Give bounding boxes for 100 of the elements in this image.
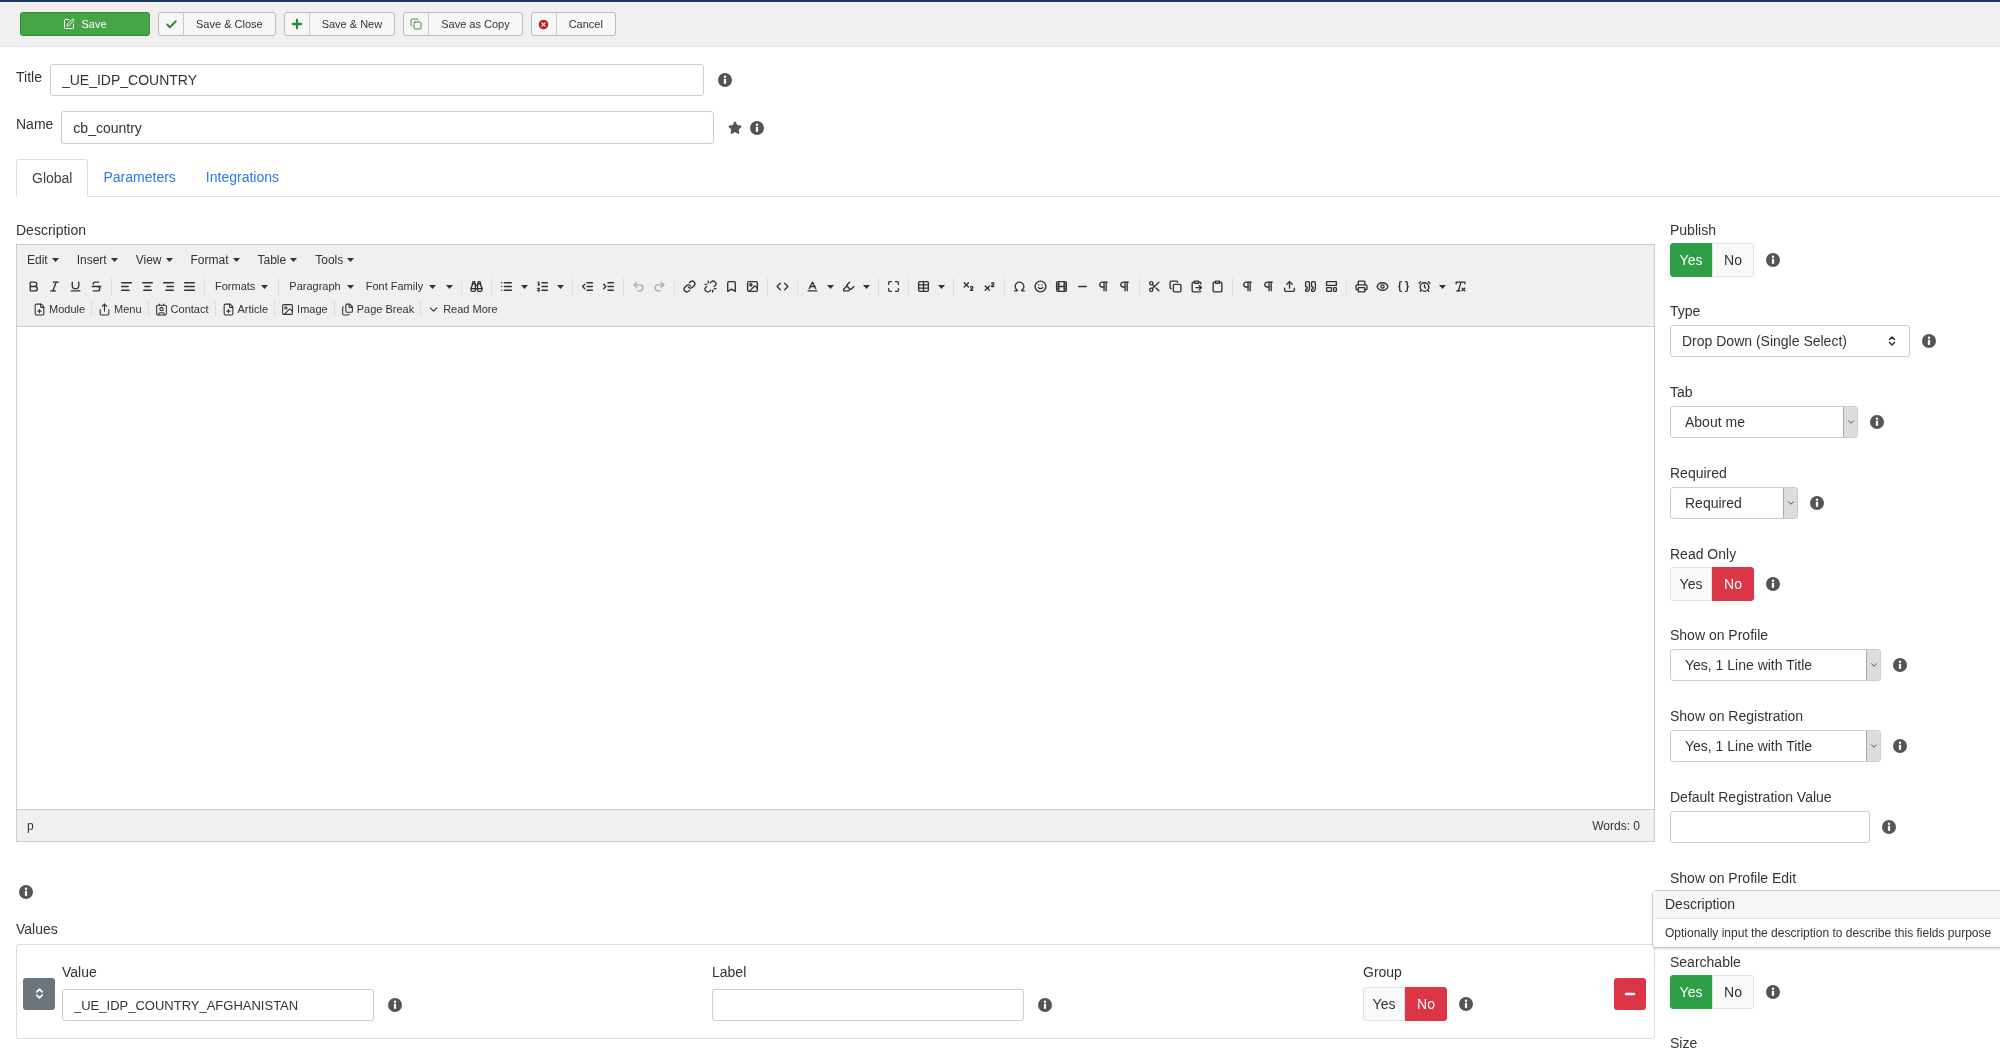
upload-icon[interactable]	[1283, 280, 1297, 293]
editor-menu[interactable]: Tools	[315, 251, 355, 269]
info-icon[interactable]	[388, 998, 402, 1012]
toggle-option[interactable]: No	[1712, 975, 1754, 1009]
pilcrow-icon[interactable]	[1118, 280, 1132, 293]
fullscreen-icon[interactable]	[887, 280, 901, 293]
paste-icon[interactable]	[1190, 280, 1204, 293]
editor-dropdown[interactable]: Paragraph	[287, 278, 356, 295]
insert-button[interactable]: Read More	[420, 300, 504, 318]
printer-icon[interactable]	[1355, 280, 1369, 293]
film-icon[interactable]	[1055, 280, 1069, 293]
info-icon[interactable]	[1766, 577, 1780, 591]
bold-icon[interactable]	[27, 280, 40, 293]
info-icon[interactable]	[1922, 334, 1936, 348]
eye-icon[interactable]	[1376, 280, 1390, 293]
select-field[interactable]: Yes, 1 Line with Title	[1670, 649, 1881, 681]
info-icon[interactable]	[1459, 997, 1473, 1011]
smiley-icon[interactable]	[1034, 280, 1048, 293]
select-field[interactable]: Drop Down (Single Select)	[1670, 325, 1910, 357]
toggle-option[interactable]: No	[1712, 243, 1754, 277]
highlight-icon[interactable]	[842, 280, 856, 293]
braces-icon[interactable]	[1397, 280, 1411, 293]
align-justify-icon[interactable]	[183, 280, 196, 293]
info-icon[interactable]	[750, 120, 765, 135]
insert-button[interactable]: Contact	[147, 300, 215, 318]
text-field[interactable]	[1670, 811, 1870, 843]
quote-icon[interactable]	[1304, 280, 1318, 293]
select-field[interactable]: Required	[1670, 487, 1798, 519]
remove-button[interactable]	[1614, 977, 1646, 1010]
strikethrough-icon[interactable]	[90, 280, 103, 293]
editor-menu[interactable]: Table	[257, 251, 298, 269]
name-field[interactable]: cb_country	[61, 111, 715, 144]
underline-icon[interactable]	[69, 280, 82, 293]
info-icon[interactable]	[19, 885, 33, 899]
info-icon[interactable]	[1810, 496, 1824, 510]
title-field[interactable]: _UE_IDP_COUNTRY	[49, 64, 704, 96]
toggle-option[interactable]: Yes	[1363, 987, 1405, 1021]
drag-handle[interactable]	[23, 977, 55, 1010]
bullet-list-icon[interactable]	[500, 280, 514, 293]
info-icon[interactable]	[1038, 998, 1052, 1012]
insert-button[interactable]: Image	[274, 300, 334, 318]
select-field[interactable]: About me	[1670, 406, 1858, 438]
editor-dropdown[interactable]: Formats	[213, 278, 271, 295]
align-right-icon[interactable]	[162, 280, 175, 293]
insert-button[interactable]: Article	[214, 300, 275, 318]
editor-menu[interactable]: Format	[190, 251, 240, 269]
pilcrow-icon[interactable]	[1262, 280, 1276, 293]
bookmark-icon[interactable]	[725, 280, 739, 293]
tab[interactable]: Global	[16, 159, 89, 197]
copy-icon[interactable]	[1169, 280, 1183, 293]
superscript-icon[interactable]	[983, 280, 997, 293]
indent-icon[interactable]	[602, 280, 616, 293]
insert-button[interactable]: Page Break	[333, 300, 421, 318]
pilcrow-icon[interactable]	[1097, 280, 1111, 293]
clipboard-icon[interactable]	[1211, 280, 1225, 293]
image-icon[interactable]	[746, 280, 760, 293]
info-icon[interactable]	[1766, 253, 1780, 267]
info-icon[interactable]	[717, 73, 732, 87]
code-icon[interactable]	[776, 280, 790, 293]
text-color-icon[interactable]	[806, 280, 820, 293]
template-icon[interactable]	[1325, 280, 1339, 293]
outdent-icon[interactable]	[581, 280, 595, 293]
insert-button[interactable]: Module	[27, 300, 92, 318]
toolbar-button[interactable]: Save & Close	[158, 12, 276, 36]
editor-menu[interactable]: Insert	[76, 251, 118, 269]
toggle-option[interactable]: No	[1712, 567, 1754, 601]
unlink-icon[interactable]	[704, 280, 718, 293]
table-icon[interactable]	[917, 280, 931, 293]
select-field[interactable]: Yes, 1 Line with Title	[1670, 730, 1881, 762]
insert-button[interactable]: Menu	[91, 300, 148, 318]
alarm-clock-icon[interactable]	[1418, 280, 1432, 293]
star-icon[interactable]	[728, 120, 743, 135]
tab[interactable]: Integrations	[190, 158, 294, 196]
subscript-icon[interactable]	[962, 280, 976, 293]
info-icon[interactable]	[1882, 820, 1896, 834]
info-icon[interactable]	[1870, 415, 1884, 429]
editor-menu[interactable]: Edit	[27, 251, 59, 269]
clear-formatting-icon[interactable]	[1454, 280, 1468, 293]
tab[interactable]: Parameters	[88, 158, 191, 196]
info-icon[interactable]	[1766, 985, 1780, 999]
numbered-list-icon[interactable]	[536, 280, 550, 293]
toggle-option[interactable]: No	[1405, 987, 1447, 1021]
binoculars-icon[interactable]	[470, 280, 484, 293]
editor-dropdown[interactable]: Font Family	[363, 278, 439, 295]
value-field[interactable]: _UE_IDP_COUNTRY_AFGHANISTAN	[62, 989, 374, 1021]
link-icon[interactable]	[683, 280, 697, 293]
label-field[interactable]	[712, 989, 1024, 1021]
italic-icon[interactable]	[48, 280, 61, 293]
editor-menu[interactable]: View	[135, 251, 173, 269]
align-left-icon[interactable]	[120, 280, 133, 293]
pilcrow-icon[interactable]	[1241, 280, 1255, 293]
align-center-icon[interactable]	[141, 280, 154, 293]
toolbar-button[interactable]: Save as Copy	[403, 12, 523, 36]
cut-icon[interactable]	[1148, 280, 1162, 293]
info-icon[interactable]	[1893, 739, 1907, 753]
info-icon[interactable]	[1893, 658, 1907, 672]
toolbar-button[interactable]: Cancel	[530, 12, 616, 36]
toggle-option[interactable]: Yes	[1670, 567, 1712, 601]
omega-icon[interactable]	[1013, 280, 1027, 293]
toolbar-button[interactable]: Save & New	[283, 12, 396, 36]
